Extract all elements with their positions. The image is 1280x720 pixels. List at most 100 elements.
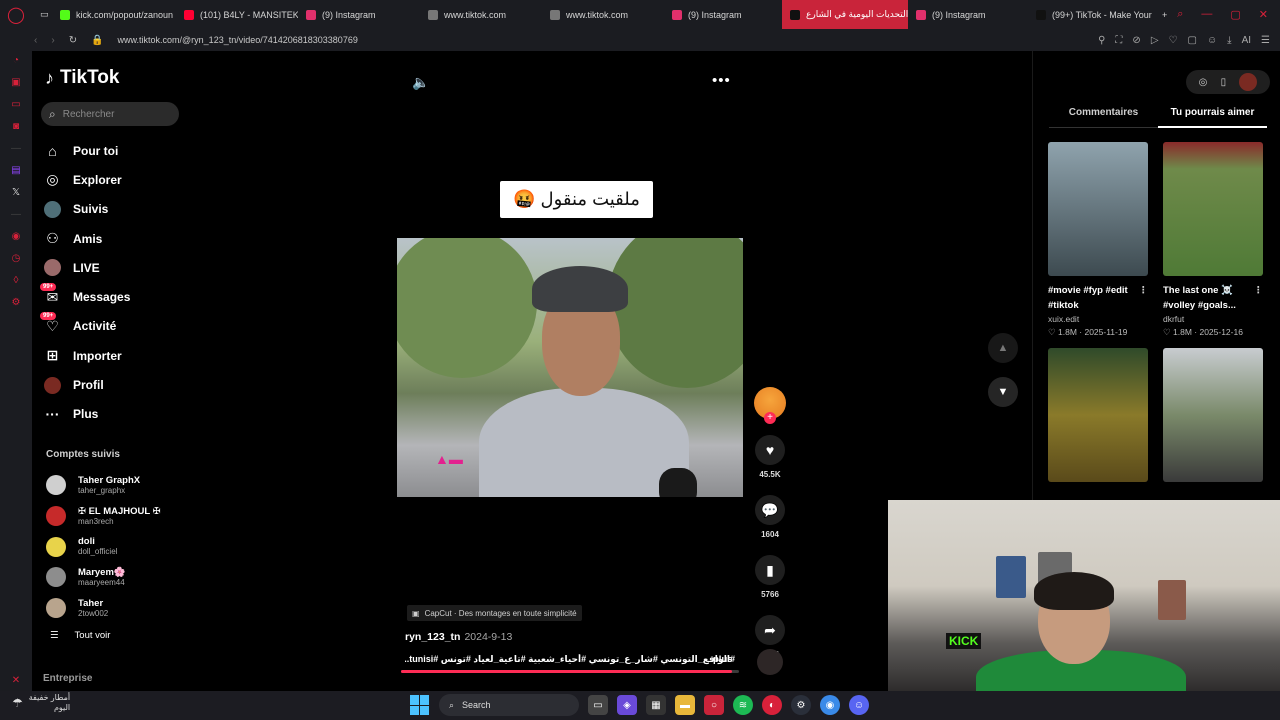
card-thumbnail[interactable] bbox=[1048, 348, 1148, 482]
tab-tu-pourrais-aimer[interactable]: Tu pourrais aimer bbox=[1158, 107, 1267, 128]
opera-gx-icon[interactable]: ◐ bbox=[762, 695, 782, 715]
capcut-banner[interactable]: ▣ CapCut · Des montages en toute simplici… bbox=[407, 605, 582, 621]
file-explorer-icon[interactable]: ▬ bbox=[675, 695, 695, 715]
card-thumbnail[interactable] bbox=[1048, 142, 1148, 276]
heart-icon[interactable]: ♥ bbox=[755, 435, 785, 465]
following-item[interactable]: Taher 2tow002 bbox=[46, 593, 161, 624]
weather-widget[interactable]: أمطار خفيفة اليوم ☂ bbox=[12, 693, 70, 713]
tiktok-logo[interactable]: ♪ TikTok bbox=[45, 67, 119, 89]
card-thumbnail[interactable] bbox=[1163, 142, 1263, 276]
minimize-icon[interactable]: — bbox=[1201, 8, 1212, 21]
sidebar-bag-icon[interactable]: ▣ bbox=[10, 77, 22, 88]
share-icon[interactable]: ➦ bbox=[755, 615, 785, 645]
opera-icon[interactable]: ○ bbox=[704, 695, 724, 715]
sidebar-home-icon[interactable]: ◔ bbox=[10, 55, 22, 66]
sidebar-pin-icon[interactable]: ◊ bbox=[10, 275, 22, 286]
menu-item-messages[interactable]: ✉ 99+ Messages bbox=[40, 282, 130, 311]
reload-icon[interactable]: ↻ bbox=[69, 35, 77, 46]
sidebar-vpn-icon[interactable]: ✕ bbox=[10, 675, 22, 686]
next-video-icon[interactable]: ▼ bbox=[988, 377, 1018, 407]
tab-commentaires[interactable]: Commentaires bbox=[1049, 107, 1158, 128]
maximize-icon[interactable]: ▢ bbox=[1230, 8, 1240, 21]
browser-tab[interactable]: (99+) TikTok - Make Your bbox=[1028, 0, 1154, 29]
entreprise-link[interactable]: Entreprise bbox=[43, 673, 92, 684]
spotify-icon[interactable]: ≋ bbox=[733, 695, 753, 715]
suggested-card[interactable] bbox=[1163, 348, 1263, 482]
sidebar-settings-icon[interactable]: ⚙ bbox=[10, 297, 22, 308]
browser-tab[interactable]: kick.com/popout/zanoun bbox=[52, 0, 176, 29]
store-icon[interactable]: ▦ bbox=[646, 695, 666, 715]
sidebar-chat-icon[interactable]: ▭ bbox=[10, 99, 22, 110]
more-link[interactable]: plus bbox=[713, 654, 733, 665]
more-options-icon[interactable]: ••• bbox=[712, 72, 731, 89]
download-icon[interactable]: ⤓ bbox=[1227, 35, 1231, 46]
wallet-icon[interactable]: ▢ bbox=[1187, 35, 1196, 46]
device-icon[interactable]: ▯ bbox=[1221, 77, 1227, 88]
screenshot-icon[interactable]: ⛶ bbox=[1115, 35, 1122, 46]
comment-action[interactable]: 💬 1604 bbox=[753, 495, 787, 539]
steam-icon[interactable]: ⚙ bbox=[791, 695, 811, 715]
following-item[interactable]: Maryem🌸 maaryeem44 bbox=[46, 562, 161, 593]
following-item[interactable]: Taher GraphX taher_graphx bbox=[46, 470, 161, 501]
play-icon[interactable]: ▷ bbox=[1151, 35, 1159, 46]
menu-item-profil[interactable]: Profil bbox=[44, 370, 130, 399]
like-action[interactable]: ♥ 45.5K bbox=[753, 435, 787, 479]
taskbar-search[interactable]: ⌕ Search bbox=[439, 694, 579, 716]
menu-item-explorer[interactable]: ◎ Explorer bbox=[44, 165, 130, 194]
suggested-card[interactable] bbox=[1048, 348, 1148, 482]
tracker-icon[interactable]: ⊘ bbox=[1132, 35, 1140, 46]
video-player[interactable]: ▲▬ bbox=[397, 238, 743, 497]
menu-icon[interactable]: ☰ bbox=[1261, 35, 1270, 46]
card-user[interactable]: dkrfut bbox=[1163, 314, 1263, 324]
suggested-card[interactable]: The last one ☠️ #volley #goals... ⋮ dkrfu… bbox=[1163, 142, 1263, 338]
previous-video-icon[interactable]: ▲ bbox=[988, 333, 1018, 363]
new-tab-plus-icon[interactable]: + bbox=[1154, 0, 1174, 29]
browser-tab[interactable]: (9) Instagram bbox=[298, 0, 420, 29]
copilot-icon[interactable]: ◈ bbox=[617, 695, 637, 715]
tab-workspaces-icon[interactable]: ▭ bbox=[32, 0, 52, 29]
sidebar-instagram-icon[interactable]: ◙ bbox=[10, 121, 22, 132]
following-item[interactable]: ✠ EL MAJHOUL ✠ man3rech bbox=[46, 501, 161, 532]
ai-icon[interactable]: AI bbox=[1242, 35, 1251, 46]
pin-icon[interactable]: ⚲ bbox=[1098, 35, 1105, 46]
lock-icon[interactable]: 🔒 bbox=[91, 35, 103, 46]
opera-logo-icon[interactable]: ◯ bbox=[0, 0, 32, 29]
card-thumbnail[interactable] bbox=[1163, 348, 1263, 482]
user-avatar[interactable] bbox=[1239, 73, 1258, 91]
volume-icon[interactable]: 🔈 bbox=[412, 74, 429, 91]
menu-item-pour-toi[interactable]: ⌂ Pour toi bbox=[44, 136, 130, 165]
account-icon[interactable]: ☺ bbox=[1207, 35, 1217, 46]
menu-item-amis[interactable]: ⚇ Amis bbox=[44, 224, 130, 253]
search-tabs-icon[interactable]: ⌕ bbox=[1177, 8, 1183, 21]
follow-plus-icon[interactable]: + bbox=[764, 412, 776, 424]
menu-item-plus[interactable]: ··· Plus bbox=[44, 400, 130, 429]
browser-tab[interactable]: www.tiktok.com bbox=[420, 0, 542, 29]
see-all-button[interactable]: ☰ Tout voir bbox=[50, 630, 110, 641]
menu-item-importer[interactable]: ⊞ Importer bbox=[44, 341, 130, 370]
browser-tab[interactable]: www.tiktok.com bbox=[542, 0, 664, 29]
save-action[interactable]: ▮ 5766 bbox=[753, 555, 787, 599]
browser-tab[interactable]: (9) Instagram bbox=[664, 0, 782, 29]
video-progress-bar[interactable] bbox=[401, 670, 739, 673]
discord-icon[interactable]: ☺ bbox=[849, 695, 869, 715]
chrome-icon[interactable]: ◉ bbox=[820, 695, 840, 715]
compass-icon[interactable]: ◎ bbox=[1199, 77, 1208, 88]
sidebar-x-icon[interactable]: 𝕏 bbox=[10, 187, 22, 198]
sidebar-player-icon[interactable]: ◉ bbox=[10, 231, 22, 242]
card-more-icon[interactable]: ⋮ bbox=[1139, 283, 1149, 298]
card-user[interactable]: xuix.edit bbox=[1048, 314, 1148, 324]
forward-icon[interactable]: › bbox=[51, 35, 54, 46]
sidebar-twitch-icon[interactable]: ▤ bbox=[10, 165, 22, 176]
menu-item-suivis[interactable]: Suivis bbox=[44, 195, 130, 224]
following-item[interactable]: doli doll_officiel bbox=[46, 531, 161, 562]
task-view-icon[interactable]: ▭ bbox=[588, 695, 608, 715]
card-more-icon[interactable]: ⋮ bbox=[1254, 283, 1264, 298]
suggested-card[interactable]: #movie #fyp #edit #tiktok ⋮ xuix.edit ♡ 1… bbox=[1048, 142, 1148, 338]
heart-icon[interactable]: ♡ bbox=[1169, 35, 1178, 46]
url-field[interactable]: www.tiktok.com/@ryn_123_tn/video/7414206… bbox=[118, 35, 358, 45]
close-icon[interactable]: ✕ bbox=[1259, 8, 1268, 21]
music-disc-icon[interactable] bbox=[757, 649, 783, 675]
menu-item-live[interactable]: LIVE bbox=[44, 253, 130, 282]
creator-avatar[interactable]: + bbox=[754, 387, 786, 424]
menu-item-activite[interactable]: ♡ 99+ Activité bbox=[40, 311, 130, 341]
